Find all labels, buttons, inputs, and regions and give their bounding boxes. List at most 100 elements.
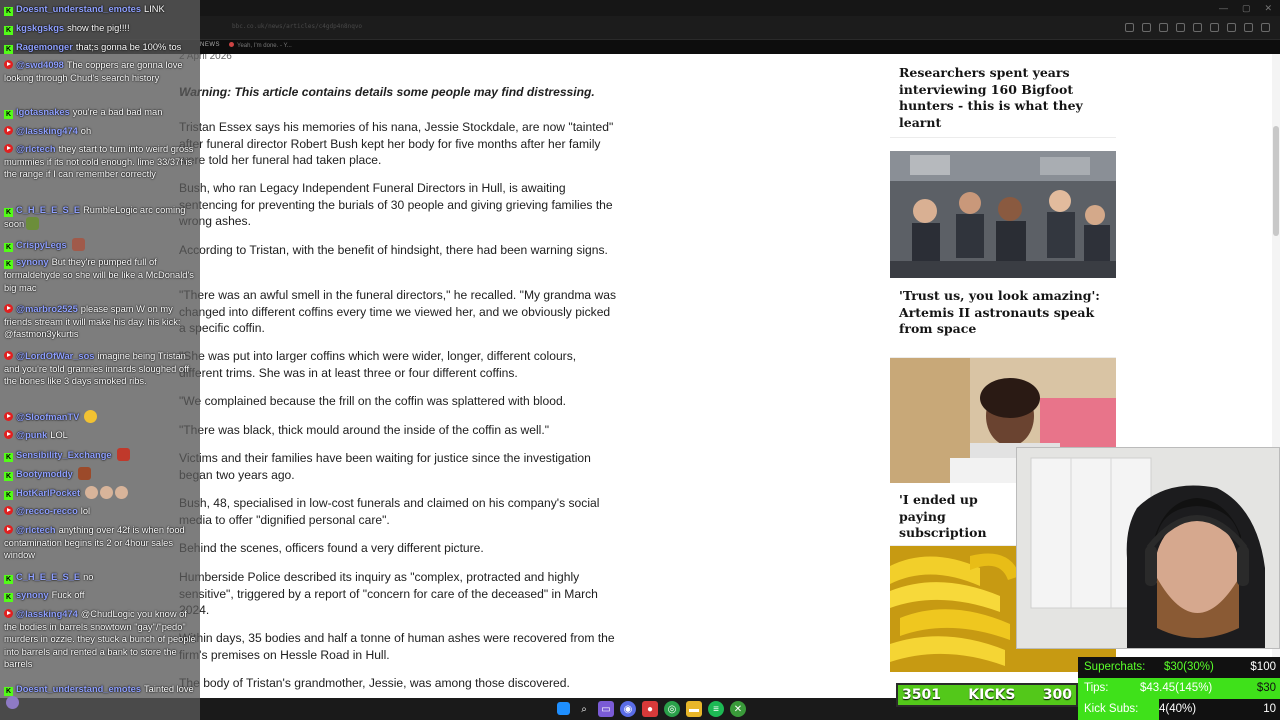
download-icon[interactable]: [1244, 23, 1253, 32]
article-paragraph: Tristan Essex says his memories of his n…: [179, 120, 614, 167]
chat-message: @LordOfWar_sos imagine being Tristan and …: [4, 350, 198, 388]
youtube-icon: [4, 412, 13, 421]
kick-icon: K: [4, 593, 13, 602]
kicks-current: 3501: [902, 687, 941, 703]
close-icon[interactable]: ✕: [1264, 3, 1272, 14]
chat-text: no: [83, 572, 94, 582]
chat-username[interactable]: @marbro2525: [16, 304, 78, 314]
chat-username[interactable]: HotKarlPocket: [16, 488, 80, 498]
article-warning: Warning: This article contains details s…: [179, 85, 595, 99]
youtube-icon: [4, 60, 13, 69]
story-card[interactable]: Researchers spent years interviewing 160…: [890, 54, 1116, 138]
kick-icon: K: [4, 687, 13, 696]
favorite-icon[interactable]: [1227, 23, 1236, 32]
article-paragraph: Victims and their families have been wai…: [179, 451, 591, 482]
chat-message: K CrispyLegs: [4, 238, 198, 252]
emote-icon: [85, 486, 99, 499]
astronauts-photo: [890, 151, 1116, 278]
folder-icon[interactable]: ▬: [686, 701, 702, 717]
chat-message: @lassking474 oh: [4, 125, 198, 138]
kicks-counter: 3501 KICKS 300: [896, 683, 1078, 707]
window-controls: — ▢ ✕: [1219, 3, 1272, 14]
emote-icon: [77, 467, 91, 480]
goal-progress: $30(30%): [1164, 661, 1214, 673]
reader-icon[interactable]: [1125, 23, 1134, 32]
chat-username[interactable]: synony: [16, 257, 49, 267]
kick-icon: K: [4, 453, 13, 462]
article-paragraph: Within days, 35 bodies and half a tonne …: [179, 631, 615, 662]
chat-message: K C_H_E_E_S_E RumbleLogic arc coming soon: [4, 204, 198, 231]
story-card[interactable]: 'Trust us, you look amazing': Artemis II…: [890, 278, 1116, 358]
chat-username[interactable]: kgskgskgs: [16, 23, 64, 33]
chat-text: LOL: [50, 430, 68, 440]
share-icon[interactable]: [1176, 23, 1185, 32]
windows-icon[interactable]: [557, 702, 570, 715]
chat-message: Klgotasnakes you're a bad bad man: [4, 106, 198, 119]
chat-text: LINK: [144, 4, 165, 14]
discord-icon[interactable]: ◉: [620, 701, 636, 717]
kicks-label: KICKS: [968, 687, 1016, 703]
chat-username[interactable]: synony: [16, 590, 49, 600]
translate-icon[interactable]: [1159, 23, 1168, 32]
media-clip-text: Yeah, I'm done. - Y...: [237, 43, 292, 49]
media-clip[interactable]: Yeah, I'm done. - Y...: [229, 42, 292, 49]
chat-message: Ksynony Fuck off: [4, 589, 198, 602]
chat-username[interactable]: @rlctech: [16, 525, 56, 535]
goal-label: Superchats:: [1084, 661, 1146, 673]
chat-username[interactable]: @swd4098: [16, 60, 64, 70]
chat-username[interactable]: @SloofmanTV: [16, 412, 79, 422]
zoom-icon[interactable]: [1142, 23, 1151, 32]
chat-username[interactable]: CrispyLegs: [16, 240, 67, 250]
kick-icon: K: [4, 26, 13, 35]
tab-strip: [200, 0, 1280, 16]
youtube-icon: [4, 126, 13, 135]
chrome-icon[interactable]: ◎: [664, 701, 680, 717]
chat-username[interactable]: @punk: [16, 430, 47, 440]
kick-icon: K: [4, 7, 13, 16]
chat-username[interactable]: @LordOfWar_sos: [16, 351, 94, 361]
chat-username[interactable]: lgotasnakes: [16, 107, 70, 117]
article-paragraph: "We complained because the frill on the …: [179, 394, 567, 408]
youtube-icon: [4, 525, 13, 534]
chat-message: Kkgskgskgs show the pig!!!!: [4, 22, 198, 35]
address-bar[interactable]: bbc.co.uk/news/articles/c4gdp4n8nqvo: [232, 23, 362, 30]
article-paragraph: "There was an awful smell in the funeral…: [179, 288, 617, 335]
chat-username[interactable]: Doesnt_understand_emotes: [16, 4, 141, 14]
taskbar-icons: ⌕ ▭ ◉ ● ◎ ▬ ≡ ✕: [557, 701, 746, 717]
goal-progress: $43.45(145%): [1140, 682, 1213, 694]
chat-username[interactable]: Doesnt_understand_emotes: [16, 684, 141, 694]
task-view-icon[interactable]: ▭: [598, 701, 614, 717]
extension-icon[interactable]: [1193, 23, 1202, 32]
chat-username[interactable]: @lassking474: [16, 609, 78, 619]
minimize-icon[interactable]: —: [1219, 3, 1228, 14]
chat-username[interactable]: @rlctech: [16, 144, 56, 154]
chat-username[interactable]: @recco-recco: [16, 506, 78, 516]
emote-icon: [115, 486, 129, 499]
goal-row-superchats: Superchats: $30(30%) $100: [1078, 657, 1280, 678]
chat-username[interactable]: Bootymoddy: [16, 469, 73, 479]
goal-progress: 4(40%): [1159, 703, 1197, 715]
xbox-icon[interactable]: ✕: [730, 701, 746, 717]
chat-username[interactable]: Sensibility_Exchange: [16, 450, 112, 460]
chat-username[interactable]: Ragemonger: [16, 42, 73, 52]
youtube-icon: [4, 609, 13, 618]
chat-overlay: K Doesnt_understand_emotes LINK Kkgskgskgs…: [0, 0, 200, 720]
story-image-astronauts[interactable]: [890, 151, 1116, 278]
spotify-icon[interactable]: ≡: [708, 701, 724, 717]
obs-icon[interactable]: ●: [642, 701, 658, 717]
play-icon[interactable]: [1210, 23, 1219, 32]
article-paragraph: The body of Tristan's grandmother, Jessi…: [179, 676, 570, 690]
menu-icon[interactable]: [1261, 23, 1270, 32]
goal-target: 10: [1263, 703, 1276, 715]
chat-text: that;s gonna be 100% tos: [75, 42, 182, 52]
chat-username[interactable]: C_H_E_E_S_E: [16, 205, 80, 215]
news-label[interactable]: NEWS: [200, 42, 220, 48]
scrollbar-thumb[interactable]: [1273, 126, 1279, 236]
youtube-icon: [4, 351, 13, 360]
chat-message: Ksynony But they're pumped full of formal…: [4, 256, 198, 294]
article-paragraph: Bush, 48, specialised in low-cost funera…: [179, 496, 600, 527]
maximize-icon[interactable]: ▢: [1242, 3, 1251, 14]
chat-username[interactable]: C_H_E_E_S_E: [16, 572, 80, 582]
chat-username[interactable]: @lassking474: [16, 126, 78, 136]
search-icon[interactable]: ⌕: [576, 701, 592, 717]
